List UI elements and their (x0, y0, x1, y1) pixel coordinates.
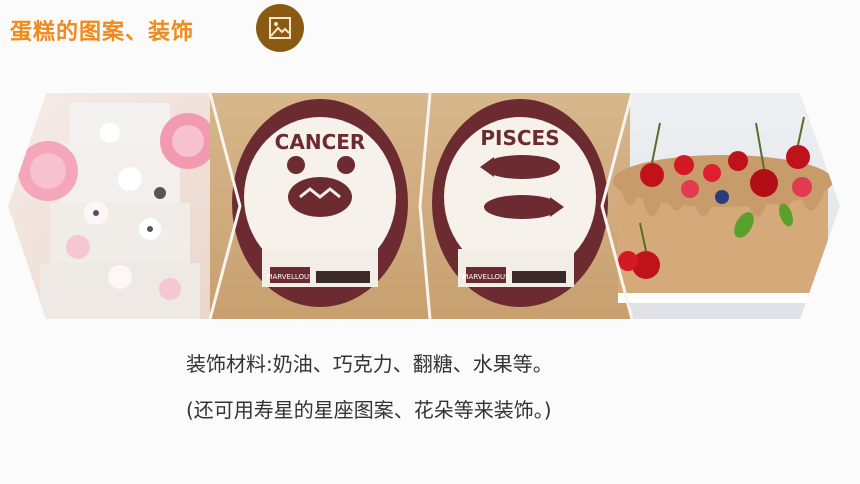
cancer-cake-image: CANCER MARVELLOUS (210, 93, 430, 319)
pisces-cake-image: PISCES MARVELLOUS (430, 93, 630, 319)
cancer-brand: MARVELLOUS (266, 273, 314, 281)
caption-line-1: 装饰材料:奶油、巧克力、翻糖、水果等。 (186, 352, 553, 376)
caption-line-2: (还可用寿星的星座图案、花朵等来装饰。) (186, 398, 552, 422)
flower-tier-cake-image (8, 93, 240, 319)
page-title: 蛋糕的图案、装饰 (10, 20, 195, 45)
pisces-text: PISCES (480, 126, 559, 150)
pisces-brand: MARVELLOUS (462, 273, 510, 281)
cherry-drip-cake-image (613, 93, 840, 319)
cake-gallery: CANCER MARVELLOUS PISCES MARVELLOUS (8, 93, 840, 319)
image-icon (256, 4, 304, 52)
cancer-text: CANCER (275, 130, 366, 154)
